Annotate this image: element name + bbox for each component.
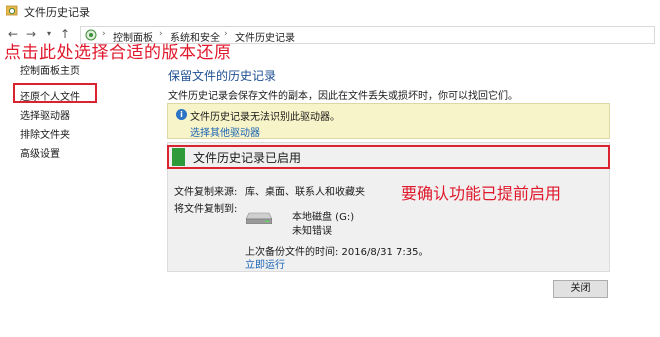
drive-status: 未知错误 (292, 226, 332, 237)
drive-icon (246, 212, 272, 224)
info-icon: i (176, 109, 187, 120)
copy-from-value: 库、桌面、联系人和收藏夹 (245, 187, 365, 198)
close-button[interactable]: 关闭 (553, 280, 608, 298)
sidebar-item-exclude-folders[interactable]: 排除文件夹 (20, 126, 70, 141)
copy-to-label: 将文件复制到: (174, 204, 238, 215)
sidebar-item-advanced-settings[interactable]: 高级设置 (20, 145, 60, 160)
page-description: 文件历史记录会保存文件的副本，因此在文件丢失或损坏时，你可以找回它们。 (168, 91, 518, 102)
info-banner: i 文件历史记录无法识别此驱动器。 选择其他驱动器 (167, 103, 610, 139)
title-bar: 文件历史记录 (0, 0, 660, 22)
file-history-icon (6, 5, 18, 16)
drive-name: 本地磁盘 (G:) (292, 212, 355, 223)
file-history-window: 文件历史记录 ← → ▾ ↑ › 控制面板 › 系统和安全 › 文件历史记录 控… (0, 0, 660, 337)
sidebar-item-select-drive[interactable]: 选择驱动器 (20, 107, 70, 122)
crumb-file-history[interactable]: 文件历史记录 (235, 29, 295, 44)
annotation-top: 点击此处选择合适的版本还原 (4, 43, 232, 63)
sidebar: 控制面板主页 还原个人文件 选择驱动器 排除文件夹 高级设置 (0, 56, 160, 256)
status-flag-icon (172, 148, 185, 166)
select-other-drive-link[interactable]: 选择其他驱动器 (190, 124, 260, 139)
annotation-right: 要确认功能已提前启用 (401, 184, 562, 203)
page-title: 保留文件的历史记录 (168, 69, 277, 83)
status-header: 文件历史记录已启用 (167, 145, 610, 169)
run-now-link[interactable]: 立即运行 (245, 256, 285, 271)
copy-from-label: 文件复制来源: (174, 187, 238, 198)
window-title: 文件历史记录 (24, 6, 90, 19)
info-message: 文件历史记录无法识别此驱动器。 (190, 112, 340, 123)
highlight-box (13, 83, 97, 103)
status-title: 文件历史记录已启用 (193, 151, 302, 165)
sidebar-home-link[interactable]: 控制面板主页 (20, 62, 80, 77)
